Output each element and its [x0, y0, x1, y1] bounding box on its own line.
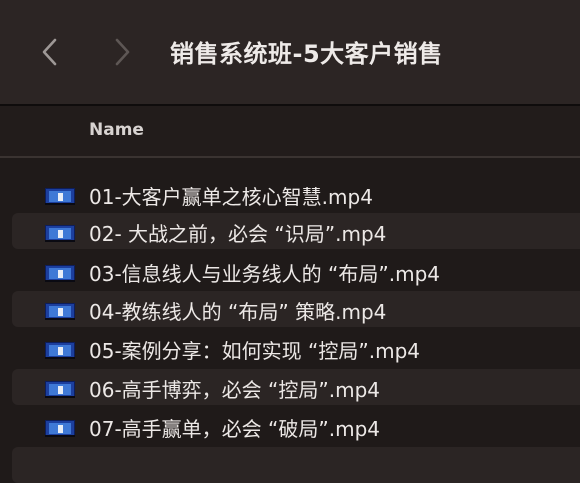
video-thumbnail-icon — [45, 381, 75, 398]
list-item[interactable]: 06-高手博弈，必会 “控局”.mp4 — [12, 369, 580, 405]
video-thumbnail-icon — [45, 188, 75, 205]
video-thumbnail-icon — [45, 342, 75, 359]
list-item[interactable]: 05-案例分享：如何实现 “控局”.mp4 — [12, 330, 580, 366]
file-name: 06-高手博弈，必会 “控局”.mp4 — [89, 378, 381, 402]
file-name: 03-信息线人与业务线人的 “布局”.mp4 — [89, 262, 441, 286]
video-thumbnail-icon — [45, 225, 75, 242]
file-name: 01-大客户赢单之核心智慧.mp4 — [89, 185, 373, 209]
chevron-left-icon — [42, 38, 57, 66]
file-name: 05-案例分享：如何实现 “控局”.mp4 — [89, 339, 421, 363]
file-name: 07-高手赢单，必会 “破局”.mp4 — [89, 417, 381, 441]
file-name: 02- 大战之前，必会 “识局”.mp4 — [89, 222, 387, 246]
finder-window: 销售系统班-5大客户销售 Name 01-大客户赢单之核心智慧.mp4 02- … — [0, 0, 580, 483]
chevron-right-icon — [115, 38, 130, 66]
forward-button[interactable] — [102, 30, 142, 74]
toolbar: 销售系统班-5大客户销售 — [0, 0, 580, 104]
list-item[interactable]: 03-信息线人与业务线人的 “布局”.mp4 — [12, 253, 580, 289]
list-item[interactable]: 01-大客户赢单之核心智慧.mp4 — [12, 176, 580, 212]
column-header-name[interactable]: Name — [89, 120, 144, 140]
list-item[interactable]: 07-高手赢单，必会 “破局”.mp4 — [12, 408, 580, 444]
column-header: Name — [0, 106, 580, 156]
file-name: 04-教练线人的 “布局” 策略.mp4 — [89, 300, 387, 324]
file-list: 01-大客户赢单之核心智慧.mp4 02- 大战之前，必会 “识局”.mp4 0… — [0, 158, 580, 483]
video-thumbnail-icon — [45, 420, 75, 437]
video-thumbnail-icon — [45, 265, 75, 282]
video-thumbnail-icon — [45, 303, 75, 320]
window-title: 销售系统班-5大客户销售 — [170, 40, 443, 68]
back-button[interactable] — [30, 30, 70, 74]
list-item[interactable]: 04-教练线人的 “布局” 策略.mp4 — [12, 291, 580, 327]
list-item-empty — [12, 447, 580, 483]
list-item[interactable]: 02- 大战之前，必会 “识局”.mp4 — [12, 213, 580, 249]
